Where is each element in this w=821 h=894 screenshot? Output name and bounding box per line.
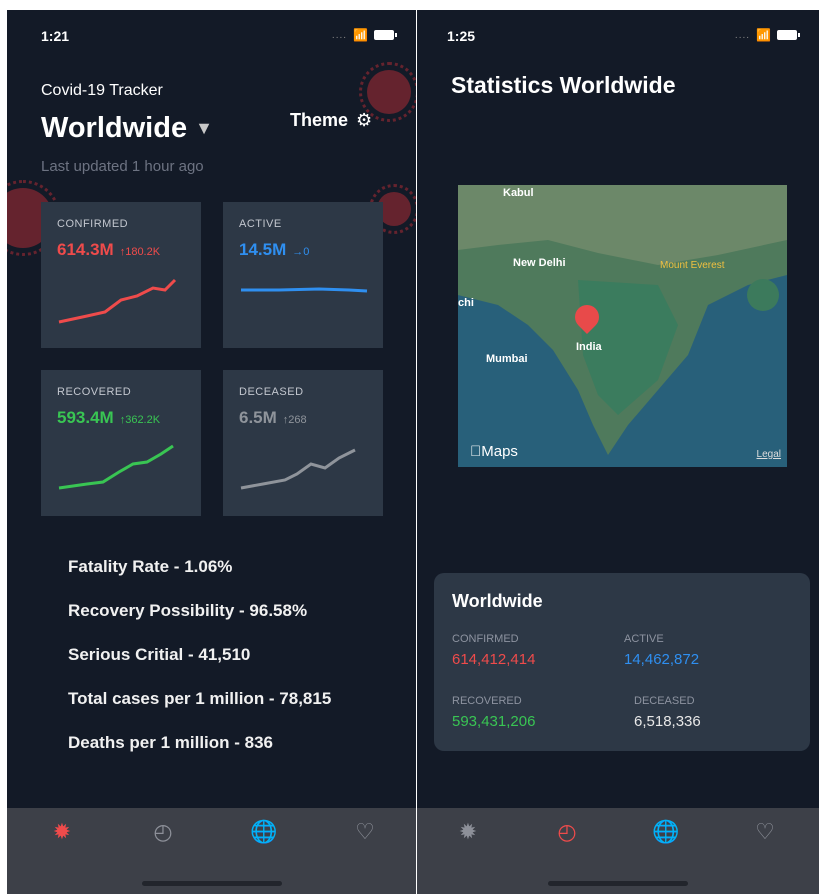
virus-icon: ✹: [52, 819, 72, 844]
last-updated: Last updated 1 hour ago: [41, 158, 204, 175]
tab-health[interactable]: ♡: [350, 819, 380, 844]
tab-bar: ✹ ◴ 🌐 ♡: [7, 808, 416, 894]
confirmed-value: 614,412,414: [452, 651, 536, 668]
signal-icon: ....: [331, 29, 348, 41]
virus-decoration: [359, 62, 416, 122]
home-indicator: [548, 881, 688, 886]
map-label: Mount Everest: [660, 260, 725, 271]
tab-bar: ✹ ◴ 🌐 ♡: [417, 808, 819, 894]
tab-virus[interactable]: ✹: [47, 819, 77, 844]
recovered-label: RECOVERED: [452, 695, 522, 707]
left-screen: 1:21 .... 📶 Covid-19 Tracker Worldwide ▼…: [7, 10, 416, 894]
deceased-card[interactable]: DECEASED 6.5M ↑268: [223, 370, 383, 516]
page-title: Statistics Worldwide: [451, 72, 676, 98]
maps-brand: Maps: [470, 443, 518, 460]
home-indicator: [141, 881, 282, 886]
virus-icon: ✹: [458, 819, 478, 844]
status-icons: .... 📶: [734, 28, 800, 42]
confirmed-card[interactable]: CONFIRMED 614.3M ↑180.2K: [41, 202, 201, 348]
battery-icon: [777, 30, 800, 40]
status-time: 1:25: [447, 28, 476, 44]
card-delta: ↑268: [282, 414, 307, 426]
wifi-icon: 📶: [353, 28, 368, 42]
region-selector[interactable]: Worldwide ▼: [41, 112, 213, 145]
card-value: 14.5M →0: [239, 240, 309, 260]
wifi-icon: 📶: [756, 28, 771, 42]
tab-globe[interactable]: 🌐: [249, 819, 279, 844]
recovery-possibility: Recovery Possibility - 96.58%: [68, 601, 308, 620]
legal-link[interactable]: Legal: [757, 449, 781, 460]
card-label: ACTIVE: [239, 218, 282, 230]
card-main-value: 6.5M: [239, 408, 277, 427]
card-delta: →0: [292, 246, 310, 258]
pie-chart-icon: ◴: [557, 819, 577, 844]
card-value: 614.3M ↑180.2K: [57, 240, 160, 260]
fatality-rate: Fatality Rate - 1.06%: [68, 557, 233, 576]
cases-per-million: Total cases per 1 million - 78,815: [68, 689, 332, 708]
caret-down-icon: ▼: [195, 118, 213, 138]
map-terrain: [458, 185, 787, 467]
recovered-trend-line: [58, 444, 174, 490]
battery-icon: [374, 30, 397, 40]
deaths-per-million: Deaths per 1 million - 836: [68, 733, 274, 752]
map-view[interactable]: Kabul New Delhi Mount Everest chi India …: [458, 185, 787, 467]
tab-statistics[interactable]: ◴: [552, 819, 582, 844]
heart-pulse-icon: ♡: [755, 819, 775, 844]
tab-virus[interactable]: ✹: [453, 819, 483, 844]
tab-globe[interactable]: 🌐: [651, 819, 681, 844]
gear-icon: ⚙: [356, 110, 373, 130]
card-main-value: 593.4M: [57, 408, 114, 427]
card-label: CONFIRMED: [57, 218, 129, 230]
heart-pulse-icon: ♡: [355, 819, 375, 844]
globe-icon: 🌐: [250, 819, 278, 844]
app-title: Covid-19 Tracker: [41, 82, 163, 99]
map-label: chi: [458, 297, 474, 309]
tab-statistics[interactable]: ◴: [148, 819, 178, 844]
signal-icon: ....: [734, 29, 751, 41]
panel-title: Worldwide: [452, 591, 543, 611]
card-main-value: 14.5M: [239, 240, 287, 259]
card-delta: ↑362.2K: [119, 414, 161, 426]
region-label: Worldwide: [41, 112, 188, 144]
theme-button[interactable]: Theme ⚙: [290, 110, 372, 131]
deceased-trend-line: [240, 448, 356, 490]
map-label: Kabul: [503, 187, 534, 199]
pie-chart-icon: ◴: [153, 819, 173, 844]
globe-icon: 🌐: [652, 819, 680, 844]
theme-label: Theme: [290, 110, 349, 130]
map-label: Mumbai: [486, 353, 528, 365]
tab-health[interactable]: ♡: [750, 819, 780, 844]
map-label: India: [576, 341, 602, 353]
card-label: DECEASED: [239, 386, 304, 398]
card-main-value: 614.3M: [57, 240, 114, 259]
confirmed-trend-line: [58, 278, 177, 324]
right-screen: 1:25 .... 📶 Statistics Worldwide Kabul N…: [417, 10, 819, 894]
card-delta: ↑180.2K: [119, 246, 161, 258]
active-card[interactable]: ACTIVE 14.5M →0: [223, 202, 383, 348]
status-time: 1:21: [41, 28, 70, 44]
status-icons: .... 📶: [331, 28, 397, 42]
card-value: 6.5M ↑268: [239, 408, 307, 428]
active-label: ACTIVE: [624, 633, 664, 645]
card-label: RECOVERED: [57, 386, 132, 398]
active-value: 14,462,872: [624, 651, 700, 668]
recovered-value: 593,431,206: [452, 713, 536, 730]
deceased-value: 6,518,336: [634, 713, 701, 730]
serious-critical: Serious Critial - 41,510: [68, 645, 251, 664]
active-trend-line: [241, 287, 368, 293]
map-label: New Delhi: [513, 257, 566, 269]
worldwide-panel: Worldwide CONFIRMED 614,412,414 ACTIVE 1…: [434, 573, 810, 751]
confirmed-label: CONFIRMED: [452, 633, 519, 645]
recovered-card[interactable]: RECOVERED 593.4M ↑362.2K: [41, 370, 201, 516]
maps-brand-text: Maps: [470, 443, 518, 460]
card-value: 593.4M ↑362.2K: [57, 408, 160, 428]
deceased-label: DECEASED: [634, 695, 695, 707]
